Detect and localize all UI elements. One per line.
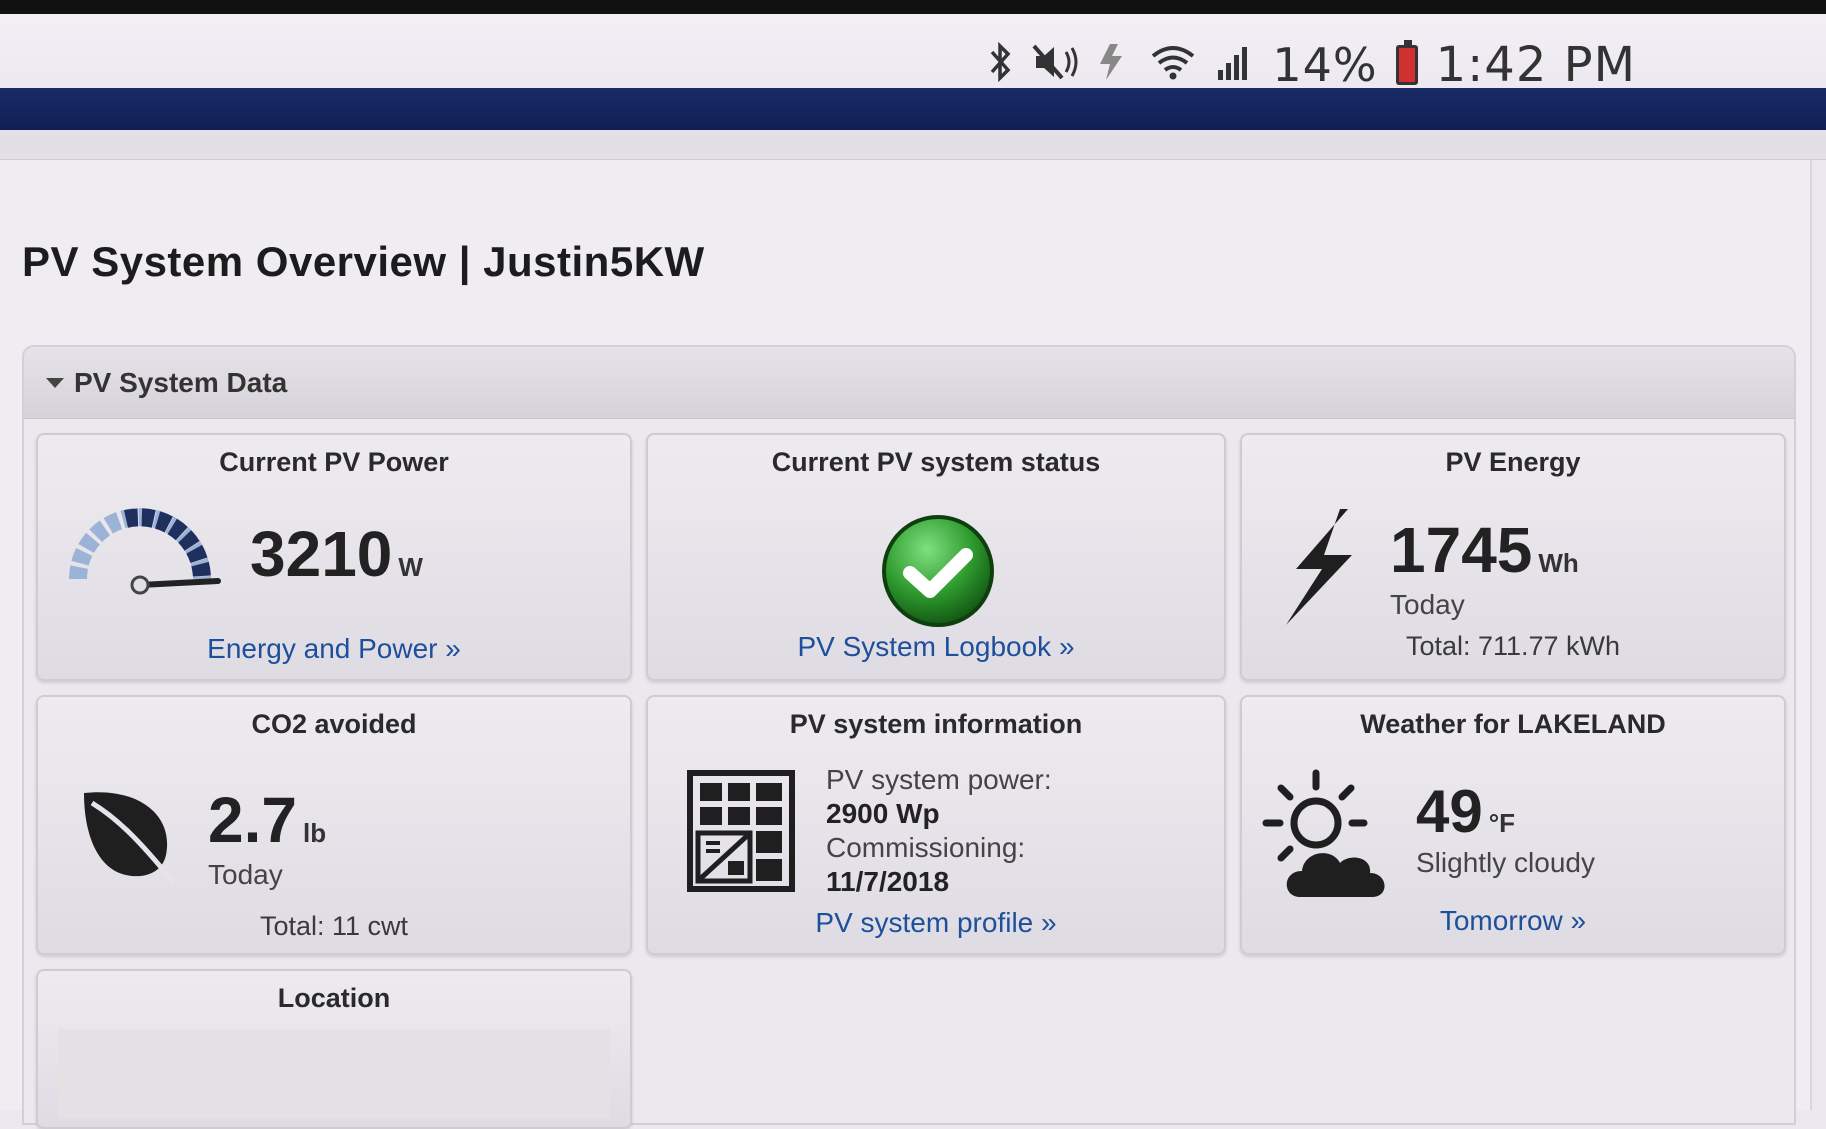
pv-system-profile-link[interactable]: PV system profile »	[648, 907, 1224, 939]
collapse-triangle-icon[interactable]	[46, 377, 64, 388]
panel-header[interactable]: PV System Data	[24, 347, 1794, 419]
power-unit: W	[398, 552, 423, 582]
co2-total: Total: 11 cwt	[259, 911, 409, 941]
energy-value: 1745	[1390, 514, 1533, 586]
battery-percent: 14%	[1272, 38, 1378, 92]
clock: 1:42 PM	[1435, 37, 1636, 93]
weather-condition: Slightly cloudy	[1416, 847, 1595, 878]
energy-and-power-link[interactable]: Energy and Power »	[38, 633, 630, 665]
tile-location: Location	[36, 969, 632, 1129]
device-bezel	[0, 0, 1826, 14]
power-reading: 3210 W	[250, 517, 423, 591]
energy-period: Today	[1390, 589, 1465, 620]
energy-unit: Wh	[1538, 548, 1579, 578]
weather-temp: 49	[1416, 778, 1483, 845]
signal-icon	[1214, 42, 1254, 89]
nav-bar	[0, 88, 1826, 130]
tile-title: Location	[277, 983, 391, 1013]
leaf-icon	[78, 785, 178, 890]
page-content: PV System Overview | Justin5KW PV System…	[0, 160, 1812, 1129]
commissioning-value: 11/7/2018	[826, 866, 950, 897]
system-power-label: PV system power:	[826, 764, 1052, 795]
pv-system-logbook-link[interactable]: PV System Logbook »	[648, 631, 1224, 663]
energy-reading: 1745 Wh	[1390, 513, 1579, 587]
status-ok-icon	[880, 513, 996, 634]
tile-co2-avoided: CO2 avoided 2.7 lb Today Total: 11 cwt	[36, 695, 632, 955]
mute-icon	[1032, 42, 1078, 89]
system-info-details: PV system power: 2900 Wp Commissioning: …	[826, 763, 1052, 899]
sub-nav-bar	[0, 130, 1826, 160]
wifi-icon	[1150, 42, 1196, 89]
co2-reading: 2.7 lb	[208, 783, 326, 857]
tile-title: CO2 avoided	[251, 709, 417, 739]
solar-panel-icon	[686, 769, 796, 898]
system-power-value: 2900 Wp	[826, 798, 940, 829]
page-title: PV System Overview | Justin5KW	[22, 238, 705, 285]
bluetooth-icon	[988, 41, 1014, 89]
tile-title: Weather for LAKELAND	[1360, 709, 1666, 739]
tile-current-power: Current PV Power 3210 W Energy and Power …	[36, 433, 632, 681]
tile-weather: Weather for LAKELAND 49 °F Slightly cloud…	[1240, 695, 1786, 955]
gauge-icon	[66, 507, 226, 602]
tile-title: Current PV system status	[771, 447, 1101, 477]
energy-total: Total: 711.77 kWh	[1405, 631, 1621, 661]
pv-system-data-panel: PV System Data Current PV Power 3210 W En…	[22, 345, 1796, 1129]
location-map[interactable]	[58, 1029, 610, 1119]
commissioning-label: Commissioning:	[826, 832, 1026, 863]
power-value: 3210	[250, 518, 393, 590]
weather-partly-cloudy-icon	[1260, 767, 1400, 912]
tile-system-information: PV system information PV system power: 2…	[646, 695, 1226, 955]
tomorrow-forecast-link[interactable]: Tomorrow »	[1242, 905, 1784, 937]
co2-unit: lb	[302, 818, 327, 848]
flash-icon	[1096, 42, 1132, 89]
weather-unit: °F	[1488, 808, 1516, 838]
lightning-icon	[1278, 507, 1358, 632]
weather-reading: 49 °F	[1416, 777, 1515, 846]
tile-pv-energy: PV Energy 1745 Wh Today Total: 711.77 kWh	[1240, 433, 1786, 681]
tile-title: PV Energy	[1445, 447, 1581, 477]
co2-period: Today	[208, 859, 283, 890]
battery-icon	[1395, 40, 1418, 85]
tile-title: Current PV Power	[219, 447, 449, 477]
status-bar: 14% 1:42 PM	[0, 0, 1826, 100]
co2-value: 2.7	[208, 784, 297, 856]
tile-system-status: Current PV system status PV System Logbo…	[646, 433, 1226, 681]
panel-title: PV System Data	[74, 366, 288, 398]
tile-title: PV system information	[789, 709, 1083, 739]
